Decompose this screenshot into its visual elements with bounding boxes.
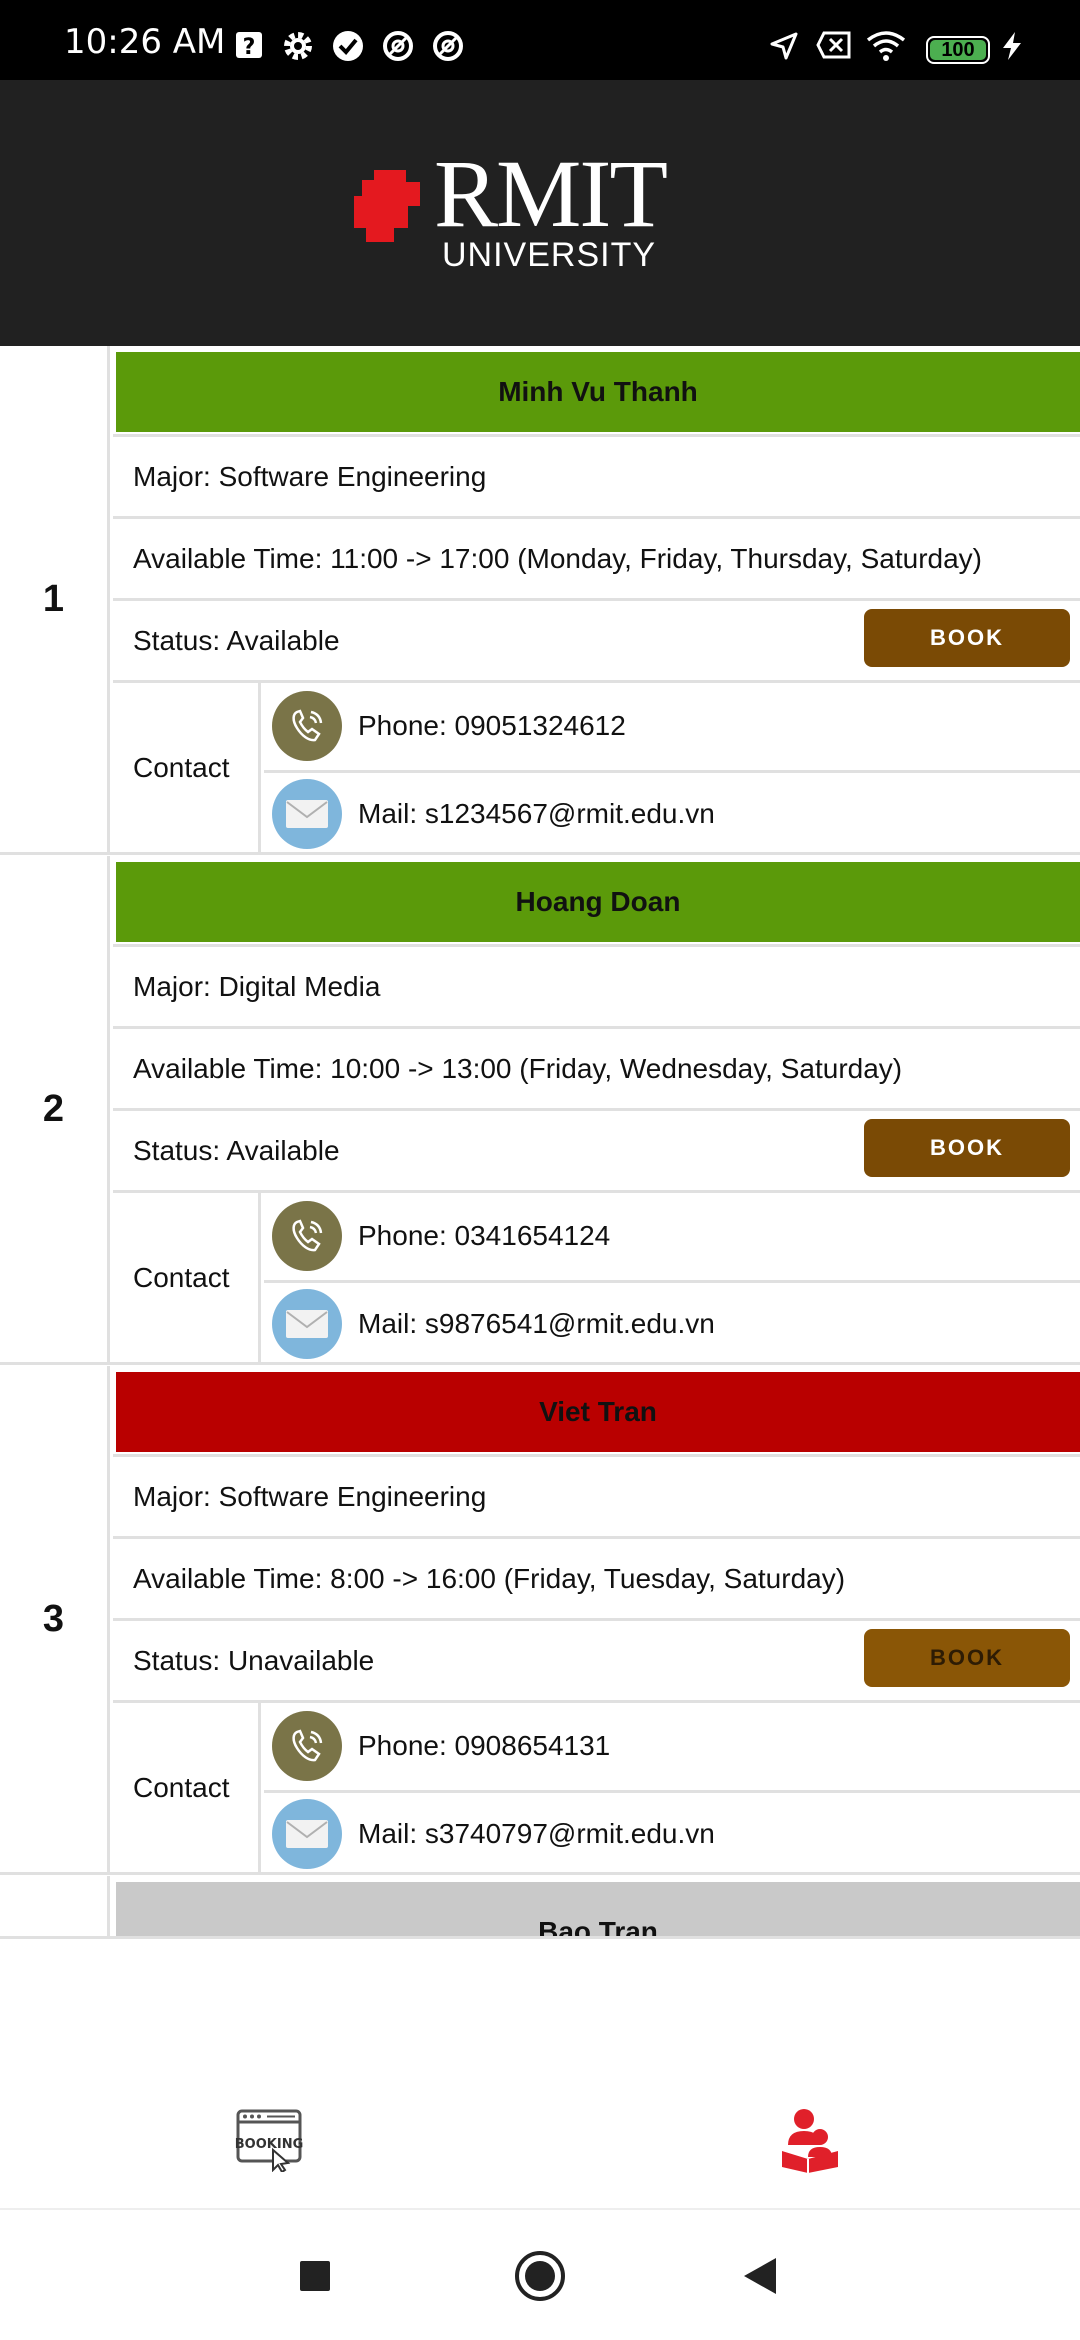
tutor-status-row: Status: Unavailable BOOK bbox=[113, 1618, 1080, 1700]
booking-icon: BOOKING bbox=[235, 2109, 303, 2172]
bottom-nav: BOOKING bbox=[0, 2070, 1080, 2210]
tutor-name: Minh Vu Thanh bbox=[116, 352, 1080, 432]
svg-text:?: ? bbox=[243, 35, 256, 60]
row-index: 3 bbox=[0, 1366, 110, 1872]
mail-icon bbox=[272, 1289, 342, 1359]
tutor-card: Hoang Doan Major: Digital Media Availabl… bbox=[113, 856, 1080, 1363]
system-nav-bar bbox=[0, 2212, 1080, 2340]
logo-sub-text: UNIVERSITY bbox=[442, 236, 657, 274]
tutor-row: Bao Tran bbox=[0, 1876, 1080, 1936]
tutor-status-row: Status: Available BOOK bbox=[113, 598, 1080, 680]
row-index: 1 bbox=[0, 346, 110, 852]
tutor-status: Status: Available bbox=[133, 1134, 340, 1166]
tutor-major: Major: Digital Media bbox=[113, 944, 1080, 1026]
tutor-major: Major: Software Engineering bbox=[113, 434, 1080, 516]
rmit-logo: RMIT UNIVERSITY bbox=[350, 146, 668, 280]
back-triangle-icon bbox=[744, 2258, 776, 2294]
tutor-available-time: Available Time: 8:00 -> 16:00 (Friday, T… bbox=[113, 1536, 1080, 1618]
tutor-row: 3 Viet Tran Major: Software Engineering … bbox=[0, 1366, 1080, 1875]
recents-button[interactable] bbox=[255, 2212, 375, 2340]
battery-level: 100 bbox=[941, 39, 975, 61]
home-button[interactable] bbox=[480, 2212, 600, 2340]
tutor-major: Major: Software Engineering bbox=[113, 1454, 1080, 1536]
logo-main-text: RMIT bbox=[434, 140, 668, 247]
phone-icon bbox=[272, 1710, 342, 1781]
check-circle-icon bbox=[333, 31, 363, 61]
phone-text: Phone: 0341654124 bbox=[358, 1219, 611, 1251]
phone-icon bbox=[272, 690, 342, 761]
tutor-card: Viet Tran Major: Software Engineering Av… bbox=[113, 1366, 1080, 1873]
list-bottom-divider bbox=[0, 1936, 1080, 1939]
tutor-row: 2 Hoang Doan Major: Digital Media Availa… bbox=[0, 856, 1080, 1365]
rmit-logo-mark-icon bbox=[354, 170, 420, 242]
app-header: RMIT UNIVERSITY bbox=[0, 80, 1080, 346]
tutor-contact: Contact Phone: 0908654131 Mail: s3740797… bbox=[113, 1700, 1080, 1873]
mail-icon bbox=[272, 1799, 342, 1869]
location-arrow-icon bbox=[770, 32, 798, 60]
status-bar: 10:26 AM ? 100 bbox=[0, 0, 1080, 80]
contact-label: Contact bbox=[113, 1193, 261, 1363]
mail-text: Mail: s9876541@rmit.edu.vn bbox=[358, 1308, 715, 1339]
contact-mail[interactable]: Mail: s3740797@rmit.edu.vn bbox=[264, 1790, 1080, 1875]
tutor-card: Minh Vu Thanh Major: Software Engineerin… bbox=[113, 346, 1080, 853]
contact-mail[interactable]: Mail: s1234567@rmit.edu.vn bbox=[264, 770, 1080, 855]
row-index bbox=[0, 1876, 110, 1936]
tutor-name: Bao Tran bbox=[116, 1882, 1080, 1936]
charging-bolt-icon bbox=[1003, 32, 1021, 60]
gear-icon bbox=[284, 32, 312, 60]
tab-tutors[interactable] bbox=[540, 2070, 1080, 2210]
contact-phone[interactable]: Phone: 0908654131 bbox=[264, 1703, 1080, 1788]
help-box-icon: ? bbox=[236, 32, 262, 60]
tutor-contact: Contact Phone: 0341654124 Mail: s9876541… bbox=[113, 1190, 1080, 1363]
mail-text: Mail: s3740797@rmit.edu.vn bbox=[358, 1818, 715, 1849]
booking-icon-label: BOOKING bbox=[235, 2137, 303, 2152]
no-sim-icon bbox=[816, 31, 851, 59]
phone-icon bbox=[272, 1200, 342, 1271]
home-circle-icon bbox=[515, 2251, 565, 2301]
phone-text: Phone: 09051324612 bbox=[358, 709, 626, 741]
at-sign-icon bbox=[383, 31, 413, 61]
recents-square-icon bbox=[300, 2261, 330, 2291]
mail-text: Mail: s1234567@rmit.edu.vn bbox=[358, 798, 715, 829]
phone-text: Phone: 0908654131 bbox=[358, 1729, 611, 1761]
tutor-status: Status: Available bbox=[133, 624, 340, 656]
row-index: 2 bbox=[0, 856, 110, 1362]
battery-icon: 100 bbox=[926, 36, 990, 64]
tutor-row: 1 Minh Vu Thanh Major: Software Engineer… bbox=[0, 346, 1080, 855]
tutor-status: Status: Unavailable bbox=[133, 1644, 375, 1676]
wifi-icon bbox=[866, 31, 906, 61]
tutor-available-time: Available Time: 11:00 -> 17:00 (Monday, … bbox=[113, 516, 1080, 598]
contact-label: Contact bbox=[113, 683, 261, 853]
tutor-list[interactable]: 1 Minh Vu Thanh Major: Software Engineer… bbox=[0, 346, 1080, 1936]
book-button-disabled: BOOK bbox=[864, 1629, 1070, 1687]
at-sign-icon bbox=[433, 31, 463, 61]
tutor-name: Hoang Doan bbox=[116, 862, 1080, 942]
contact-label: Contact bbox=[113, 1703, 261, 1873]
tutor-status-row: Status: Available BOOK bbox=[113, 1108, 1080, 1190]
tutor-card: Bao Tran bbox=[113, 1876, 1080, 1936]
tutor-available-time: Available Time: 10:00 -> 13:00 (Friday, … bbox=[113, 1026, 1080, 1108]
tutor-reading-icon bbox=[782, 2109, 838, 2173]
mail-icon bbox=[272, 779, 342, 849]
contact-phone[interactable]: Phone: 0341654124 bbox=[264, 1193, 1080, 1278]
tutor-name: Viet Tran bbox=[116, 1372, 1080, 1452]
tutor-contact: Contact Phone: 09051324612 Mail: s123456… bbox=[113, 680, 1080, 853]
book-button[interactable]: BOOK bbox=[864, 1119, 1070, 1177]
tab-booking[interactable]: BOOKING bbox=[0, 2070, 540, 2210]
back-button[interactable] bbox=[700, 2212, 820, 2340]
book-button[interactable]: BOOK bbox=[864, 609, 1070, 667]
contact-phone[interactable]: Phone: 09051324612 bbox=[264, 683, 1080, 768]
status-time: 10:26 AM bbox=[64, 22, 226, 62]
contact-mail[interactable]: Mail: s9876541@rmit.edu.vn bbox=[264, 1280, 1080, 1365]
